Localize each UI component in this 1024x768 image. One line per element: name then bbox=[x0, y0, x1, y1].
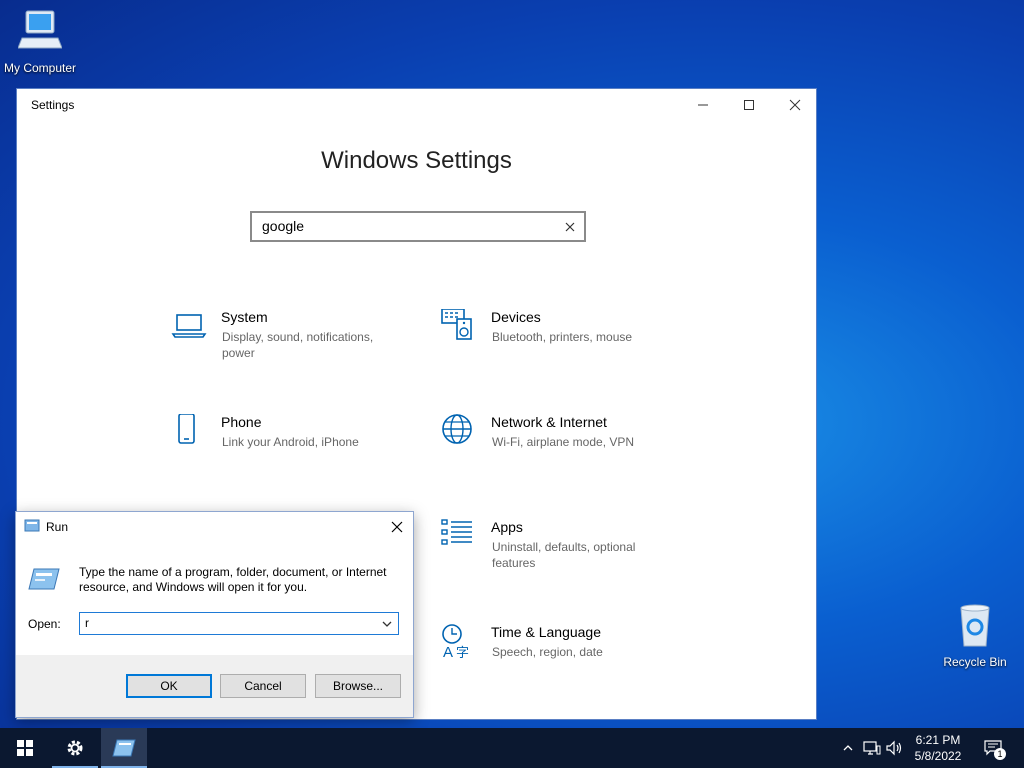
open-label: Open: bbox=[28, 617, 61, 631]
tile-apps[interactable]: Apps Uninstall, defaults, optional featu… bbox=[441, 519, 681, 583]
open-combobox[interactable]: r bbox=[79, 612, 399, 635]
title-bar[interactable]: Settings bbox=[17, 89, 816, 121]
run-dialog: Run Type the name of a program, folder, … bbox=[15, 511, 414, 718]
devices-icon bbox=[441, 309, 472, 340]
tile-time-language[interactable]: A 字 Time & Language Speech, region, date bbox=[441, 624, 681, 688]
network-tray-button[interactable] bbox=[862, 738, 882, 758]
close-button[interactable] bbox=[772, 89, 818, 121]
tile-description: Link your Android, iPhone bbox=[222, 435, 359, 449]
tile-devices[interactable]: Devices Bluetooth, printers, mouse bbox=[441, 309, 681, 373]
laptop-icon bbox=[171, 314, 207, 338]
run-program-icon bbox=[28, 568, 60, 590]
close-icon bbox=[565, 222, 575, 232]
apps-list-icon bbox=[441, 519, 472, 545]
close-icon bbox=[789, 99, 801, 111]
taskbar-run-app[interactable] bbox=[101, 728, 147, 768]
run-app-icon bbox=[112, 739, 136, 757]
tile-name: System bbox=[221, 309, 268, 325]
tile-description: Wi-Fi, airplane mode, VPN bbox=[492, 435, 635, 449]
browse-button[interactable]: Browse... bbox=[315, 674, 401, 698]
maximize-button[interactable] bbox=[726, 89, 772, 121]
run-description: Type the name of a program, folder, docu… bbox=[79, 565, 387, 594]
tile-description: Speech, region, date bbox=[492, 645, 603, 659]
show-hidden-icons-button[interactable] bbox=[838, 738, 858, 758]
tile-description: Uninstall, defaults, optional features bbox=[492, 540, 636, 570]
tile-system[interactable]: System Display, sound, notifications, po… bbox=[171, 309, 411, 373]
clear-search-button[interactable] bbox=[562, 219, 578, 235]
cancel-button[interactable]: Cancel bbox=[220, 674, 306, 698]
network-icon bbox=[863, 741, 881, 755]
tile-name: Phone bbox=[221, 414, 262, 430]
desktop-icon-label: Recycle Bin bbox=[943, 655, 1007, 669]
open-input-value: r bbox=[85, 616, 89, 630]
tile-name: Devices bbox=[491, 309, 541, 325]
svg-text:字: 字 bbox=[456, 645, 469, 660]
tile-name: Network & Internet bbox=[491, 414, 607, 430]
time-language-icon: A 字 bbox=[442, 624, 469, 660]
phone-icon bbox=[178, 414, 195, 444]
recycle-bin-icon bbox=[960, 604, 990, 647]
search-value: google bbox=[262, 218, 305, 234]
desktop-icon-recycle-bin[interactable]: Recycle Bin bbox=[935, 602, 1015, 669]
volume-tray-button[interactable] bbox=[885, 738, 905, 758]
computer-icon bbox=[17, 10, 63, 49]
tile-description: Display, sound, notifications, power bbox=[222, 330, 374, 360]
chevron-down-icon[interactable] bbox=[380, 617, 394, 631]
gear-icon bbox=[67, 740, 83, 756]
run-app-icon bbox=[24, 519, 40, 532]
tile-description: Bluetooth, printers, mouse bbox=[492, 330, 633, 344]
taskbar: 6:21 PM 5/8/2022 1 bbox=[0, 728, 1024, 768]
run-dialog-footer: OK Cancel Browse... bbox=[16, 655, 413, 717]
ok-button[interactable]: OK bbox=[126, 674, 212, 698]
window-title: Settings bbox=[31, 98, 75, 112]
tile-name: Time & Language bbox=[491, 624, 601, 640]
tile-name: Apps bbox=[491, 519, 523, 535]
minimize-button[interactable] bbox=[680, 89, 726, 121]
clock-date: 5/8/2022 bbox=[914, 749, 962, 763]
system-clock[interactable]: 6:21 PM 5/8/2022 bbox=[906, 732, 970, 764]
chevron-up-icon bbox=[843, 745, 853, 751]
close-icon bbox=[391, 521, 403, 533]
run-dialog-title: Run bbox=[46, 520, 69, 534]
notification-count-badge: 1 bbox=[994, 748, 1006, 760]
tile-network-internet[interactable]: Network & Internet Wi-Fi, airplane mode,… bbox=[441, 414, 681, 478]
action-center-button[interactable]: 1 bbox=[983, 738, 1006, 760]
search-input[interactable]: google bbox=[250, 211, 586, 242]
globe-icon bbox=[442, 414, 472, 444]
tile-phone[interactable]: Phone Link your Android, iPhone bbox=[171, 414, 411, 478]
start-button[interactable] bbox=[2, 728, 48, 768]
maximize-icon bbox=[744, 100, 754, 110]
svg-text:A: A bbox=[443, 644, 453, 660]
clock-time: 6:21 PM bbox=[915, 733, 961, 747]
page-title: Windows Settings bbox=[321, 147, 512, 174]
taskbar-settings-app[interactable] bbox=[52, 728, 98, 768]
run-close-button[interactable] bbox=[381, 512, 413, 542]
speaker-icon bbox=[886, 740, 902, 756]
minimize-icon bbox=[698, 104, 708, 106]
desktop-icon-my-computer[interactable]: My Computer bbox=[0, 8, 80, 75]
windows-logo-icon bbox=[17, 740, 33, 756]
desktop-icon-label: My Computer bbox=[3, 61, 77, 75]
